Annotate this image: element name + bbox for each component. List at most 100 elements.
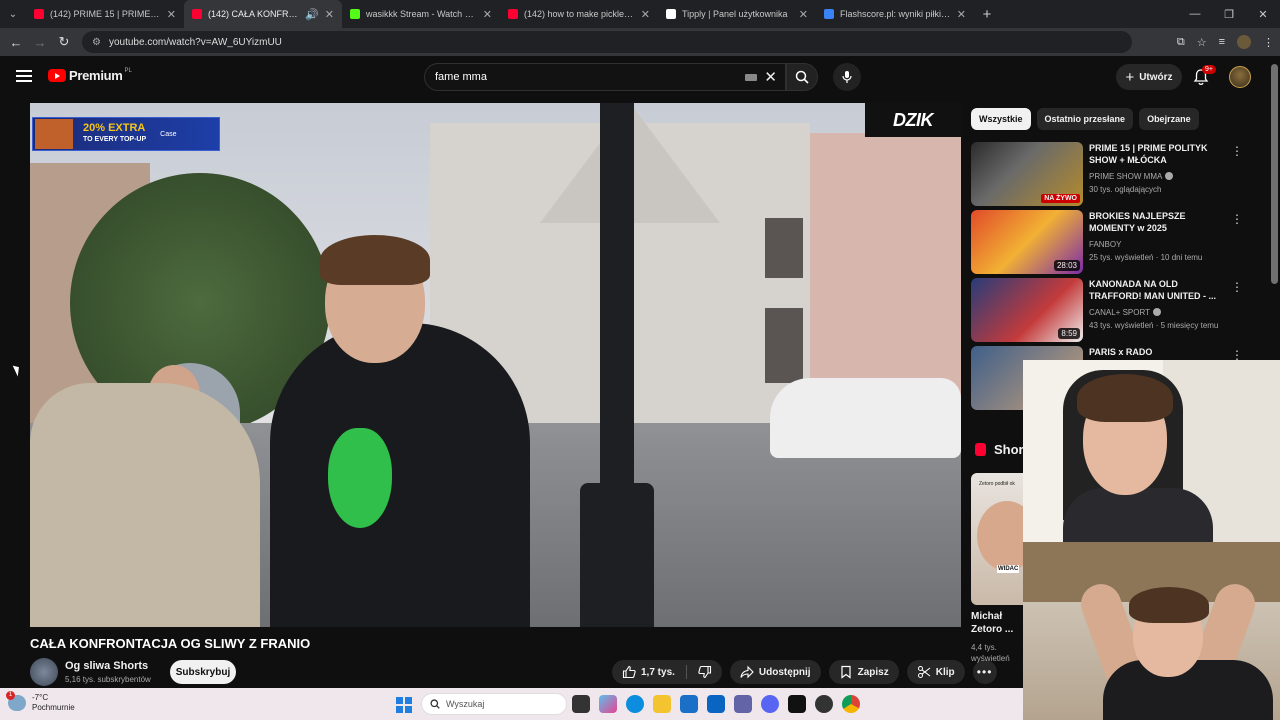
weather-widget[interactable]: -7°CPochmurnie bbox=[6, 691, 75, 713]
video-thumbnail[interactable]: 28:03 bbox=[971, 210, 1083, 274]
back-button[interactable]: ← bbox=[4, 35, 28, 50]
voice-search-button[interactable] bbox=[833, 63, 861, 91]
teams-icon[interactable] bbox=[734, 695, 752, 713]
new-tab-button[interactable]: + bbox=[974, 6, 1000, 23]
bookmark-star-icon[interactable]: ☆ bbox=[1197, 36, 1207, 49]
filter-chip[interactable]: Wszystkie bbox=[971, 108, 1031, 130]
discord-icon[interactable] bbox=[761, 695, 779, 713]
more-options-icon[interactable]: ⋮ bbox=[1231, 144, 1243, 158]
tab-title: (142) PRIME 15 | PRIME POLITYK bbox=[50, 9, 161, 19]
filter-chip[interactable]: Ostatnio przesłane bbox=[1036, 108, 1134, 130]
tab-search-button[interactable]: ⌄ bbox=[0, 0, 26, 28]
video-thumbnail[interactable]: 8:59 bbox=[971, 278, 1083, 342]
store-icon[interactable] bbox=[680, 695, 698, 713]
close-window-button[interactable]: ✕ bbox=[1246, 0, 1280, 28]
edge-icon[interactable] bbox=[626, 695, 644, 713]
channel-name[interactable]: Og sliwa Shorts bbox=[65, 660, 148, 672]
filter-chip[interactable]: Obejrzane bbox=[1139, 108, 1199, 130]
account-avatar[interactable] bbox=[1229, 66, 1251, 88]
tab-favicon-icon bbox=[824, 9, 834, 19]
recommended-video[interactable]: 8:59 KANONADA NA OLD TRAFFORD! MAN UNITED… bbox=[971, 278, 1261, 342]
recommended-title[interactable]: KANONADA NA OLD TRAFFORD! MAN UNITED - .… bbox=[1089, 278, 1227, 302]
video-player[interactable]: 20% EXTRA TO EVERY TOP-UP Case DZIK bbox=[30, 103, 961, 627]
taskbar-search-box[interactable]: Wyszukaj bbox=[421, 693, 567, 715]
tab-list: (142) PRIME 15 | PRIME POLITYK✕(142) CAŁ… bbox=[26, 0, 974, 28]
reload-button[interactable]: ↻ bbox=[52, 34, 76, 50]
notification-count-badge: 9+ bbox=[1202, 65, 1216, 74]
browser-tab-strip: ⌄ (142) PRIME 15 | PRIME POLITYK✕(142) C… bbox=[0, 0, 1280, 28]
browser-profile-avatar[interactable] bbox=[1237, 35, 1251, 49]
video-frame-door bbox=[765, 308, 803, 383]
hamburger-menu-icon[interactable] bbox=[16, 70, 32, 82]
capcut-icon[interactable] bbox=[788, 695, 806, 713]
tab-favicon-icon bbox=[34, 9, 44, 19]
thumbs-down-icon[interactable] bbox=[698, 665, 712, 679]
search-input[interactable]: fame mma ✕ bbox=[424, 63, 786, 91]
close-tab-icon[interactable]: ✕ bbox=[957, 8, 966, 21]
recommended-video[interactable]: 28:03 BROKIES NAJLEPSZE MOMENTY w 2025 FAN… bbox=[971, 210, 1261, 274]
channel-label: PRIME SHOW MMA bbox=[1089, 172, 1163, 181]
channel-label: CANAL+ SPORT bbox=[1089, 308, 1150, 317]
more-options-icon[interactable]: ⋮ bbox=[1231, 280, 1243, 294]
obs-icon[interactable] bbox=[815, 695, 833, 713]
close-tab-icon[interactable]: ✕ bbox=[483, 8, 492, 21]
minimize-button[interactable]: — bbox=[1178, 0, 1212, 28]
page-scrollbar[interactable] bbox=[1271, 64, 1278, 284]
chrome-icon[interactable] bbox=[842, 695, 860, 713]
subscribe-button[interactable]: Subskrybuj bbox=[170, 660, 236, 684]
file-explorer-icon[interactable] bbox=[653, 695, 671, 713]
recommended-video[interactable]: NA ŻYWO PRIME 15 | PRIME POLITYK SHOW + M… bbox=[971, 142, 1261, 206]
short-thumbnail[interactable]: Zetoro podbił ok WIDAC bbox=[971, 473, 1031, 605]
audio-icon[interactable]: 🔊 bbox=[305, 8, 319, 21]
url-field[interactable]: ⚙ youtube.com/watch?v=AW_6UYizmUU bbox=[82, 31, 1132, 53]
close-tab-icon[interactable]: ✕ bbox=[641, 8, 650, 21]
plus-icon: + bbox=[1125, 68, 1135, 86]
short-views: 4,4 tys. wyświetleń bbox=[971, 643, 1010, 663]
share-button[interactable]: Udostępnij bbox=[729, 660, 821, 684]
clip-button[interactable]: Klip bbox=[906, 660, 965, 684]
short-title[interactable]: Michał Zetoro ... bbox=[971, 610, 1023, 636]
keyboard-icon[interactable] bbox=[745, 74, 757, 81]
like-divider bbox=[685, 665, 687, 679]
browser-tab[interactable]: (142) how to make pickle pepper ✕ bbox=[500, 0, 658, 28]
video-thumbnail[interactable]: NA ŻYWO bbox=[971, 142, 1083, 206]
filter-chips: Wszystkie Ostatnio przesłane Obejrzane bbox=[971, 108, 1199, 130]
browser-tab[interactable]: Flashscore.pl: wyniki piłki nożnej ✕ bbox=[816, 0, 974, 28]
media-control-icon[interactable]: ≡ bbox=[1219, 36, 1225, 48]
recommended-channel[interactable]: PRIME SHOW MMA bbox=[1089, 172, 1174, 181]
close-tab-icon[interactable]: ✕ bbox=[325, 8, 334, 21]
tab-title: (142) how to make pickle pepper bbox=[524, 9, 635, 19]
clear-search-icon[interactable]: ✕ bbox=[764, 68, 777, 86]
recommended-title[interactable]: BROKIES NAJLEPSZE MOMENTY w 2025 bbox=[1089, 210, 1227, 234]
task-view-icon[interactable] bbox=[572, 695, 590, 713]
notifications-button[interactable]: 9+ bbox=[1192, 65, 1216, 88]
restore-button[interactable]: ❐ bbox=[1212, 0, 1246, 28]
site-info-icon[interactable]: ⚙ bbox=[92, 37, 101, 48]
channel-avatar[interactable] bbox=[30, 658, 58, 686]
copilot-icon[interactable] bbox=[599, 695, 617, 713]
install-icon[interactable]: ⧉ bbox=[1177, 36, 1185, 49]
forward-button[interactable]: → bbox=[28, 35, 52, 50]
save-button[interactable]: Zapisz bbox=[828, 660, 899, 684]
youtube-logo[interactable]: Premium PL bbox=[48, 68, 132, 83]
windows-start-icon[interactable] bbox=[396, 697, 412, 713]
scissors-icon bbox=[917, 666, 931, 678]
browser-menu-icon[interactable]: ⋮ bbox=[1263, 36, 1274, 49]
browser-tab[interactable]: (142) PRIME 15 | PRIME POLITYK ✕ bbox=[26, 0, 184, 28]
recommended-channel[interactable]: CANAL+ SPORT bbox=[1089, 308, 1161, 317]
webcam-person-body bbox=[1063, 488, 1213, 542]
browser-tab[interactable]: Tipply | Panel użytkownika ✕ bbox=[658, 0, 816, 28]
recommended-channel[interactable]: FANBOY bbox=[1089, 240, 1121, 249]
like-button[interactable]: 1,7 tys. bbox=[612, 660, 722, 684]
close-tab-icon[interactable]: ✕ bbox=[799, 8, 808, 21]
close-tab-icon[interactable]: ✕ bbox=[167, 8, 176, 21]
browser-tab[interactable]: (142) CAŁA KONFRONTACJA 🔊 ✕ bbox=[184, 0, 342, 28]
more-options-icon[interactable]: ⋮ bbox=[1231, 212, 1243, 226]
recommended-title[interactable]: PARIS x RADO bbox=[1089, 346, 1227, 358]
browser-tab[interactable]: wasikkk Stream - Watch Live on ✕ bbox=[342, 0, 500, 28]
recommended-title[interactable]: PRIME 15 | PRIME POLITYK SHOW + MŁÓCKA bbox=[1089, 142, 1227, 166]
bookmark-icon bbox=[840, 665, 851, 679]
create-button[interactable]: + Utwórz bbox=[1116, 64, 1182, 90]
search-button[interactable] bbox=[786, 63, 818, 91]
outlook-icon[interactable] bbox=[707, 695, 725, 713]
